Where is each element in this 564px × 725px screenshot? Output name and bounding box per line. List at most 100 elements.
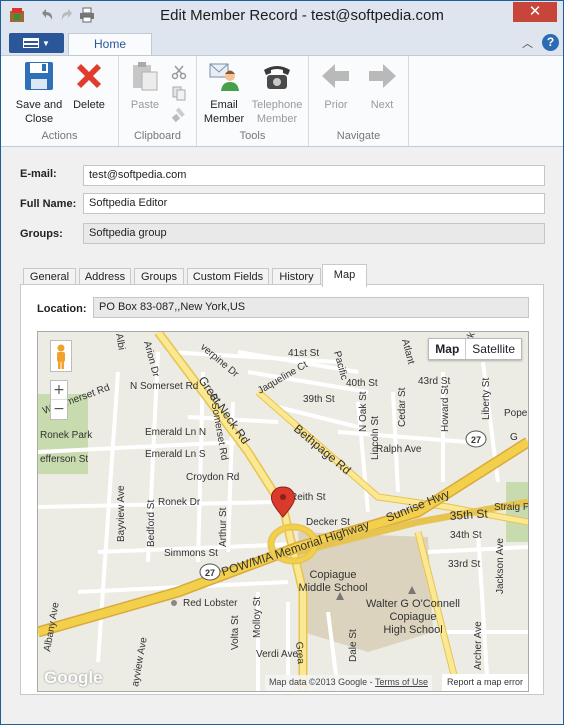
telephone-label-line2: Member [256, 113, 298, 125]
emerald-ln-s-label: Emerald Ln S [145, 449, 206, 460]
copiague-ms-line1: Copiague [309, 569, 356, 581]
collapse-ribbon-icon[interactable]: ︿ [522, 35, 533, 51]
map-tab-panel: Location: PO Box 83-087,,New York,US 27 … [20, 284, 544, 695]
copiague-hs-line1: Walter G O'Connell [366, 598, 460, 610]
ribbon-tab-row: ▼ Home ︿ ? [1, 31, 563, 56]
tools-group-label: Tools [239, 130, 266, 142]
print-icon[interactable] [79, 7, 95, 23]
ronek-park-label: Ronek Park [40, 430, 93, 441]
actions-group: Save and Close Delete Actions [1, 56, 119, 146]
lincoln-st-label: Lincoln St [370, 416, 381, 460]
dale-st-label: Dale St [348, 629, 359, 662]
route-27-east-label: 27 [471, 435, 481, 445]
zoom-in-button[interactable]: + [51, 381, 67, 400]
groups-field[interactable]: Softpedia group [83, 223, 545, 244]
great-short-label: Grea [293, 641, 306, 665]
tab-map[interactable]: Map [322, 264, 367, 287]
prior-button[interactable]: Prior [317, 60, 355, 112]
google-map[interactable]: 27 27 Great Neck Rd Bethpage Rd POW/MIA … [37, 331, 529, 692]
zoom-out-button[interactable]: − [51, 400, 67, 419]
report-map-error-link[interactable]: Report a map error [441, 674, 528, 691]
pacific-label: Pacific [331, 350, 349, 381]
copy-icon[interactable] [171, 85, 187, 101]
clipboard-group-label: Clipboard [133, 130, 182, 142]
41st-st-label: 41st St [288, 348, 319, 359]
34th-st-label: 34th St [450, 530, 482, 541]
decker-st-label: Decker St [306, 517, 350, 528]
save-and-close-button[interactable]: Save and Close [13, 60, 65, 126]
ribbon: Save and Close Delete Actions Paste Clip… [1, 55, 563, 147]
jackson-ave-label: Jackson Ave [495, 538, 506, 594]
albi-label: Albi [113, 333, 127, 351]
copiague-hs-line2: Copiague [389, 611, 436, 623]
bethpage-rd-label: Bethpage Rd [291, 422, 354, 478]
map-type-control: Map Satellite [428, 338, 522, 360]
cut-icon[interactable] [171, 64, 187, 80]
bedford-st-label: Bedford St [146, 500, 157, 547]
actions-group-label: Actions [41, 130, 78, 142]
member-form: E-mail: test@softpedia.com Full Name: So… [1, 148, 563, 724]
telephone-member-button[interactable]: Telephone Member [249, 60, 305, 126]
reith-st-label: Reith St [290, 492, 326, 503]
map-type-map-button[interactable]: Map [429, 339, 467, 359]
save-label-line1: Save and [15, 99, 63, 111]
bayview-short-label: ayview Ave [130, 636, 150, 687]
pope-label: Pope [504, 408, 528, 419]
location-field[interactable]: PO Box 83-087,,New York,US [93, 297, 529, 318]
map-canvas: 27 27 Great Neck Rd Bethpage Rd POW/MIA … [38, 332, 528, 691]
arthur-st-label: Arthur St [218, 507, 229, 547]
simmons-st-label: Simmons St [164, 548, 218, 559]
redo-icon[interactable] [59, 7, 75, 23]
paste-icon [133, 62, 158, 91]
archer-ave-label: Archer Ave [473, 621, 484, 670]
n-oak-st-label: N Oak St [358, 391, 369, 432]
location-pin-icon[interactable] [271, 486, 295, 518]
undo-icon[interactable] [39, 7, 55, 23]
delete-label: Delete [73, 99, 105, 111]
google-logo[interactable]: Google [44, 668, 103, 688]
map-type-satellite-button[interactable]: Satellite [466, 339, 521, 359]
email-member-button[interactable]: Email Member [201, 60, 247, 126]
close-button[interactable]: ✕ [513, 2, 557, 22]
email-field[interactable]: test@softpedia.com [83, 165, 545, 186]
attribution-text: Map data ©2013 Google - [268, 677, 375, 687]
navigate-group: Prior Next Navigate [309, 56, 409, 146]
terms-of-use-link[interactable]: Terms of Use [375, 677, 428, 687]
navigate-group-label: Navigate [336, 130, 381, 142]
39th-st-label: 39th St [303, 394, 335, 405]
tab-home[interactable]: Home [68, 33, 152, 56]
delete-x-icon [77, 64, 101, 88]
prior-label: Prior [324, 99, 348, 111]
zoom-control: + − [50, 380, 68, 420]
title-bar: Edit Member Record - test@softpedia.com … [1, 1, 563, 31]
delete-button[interactable]: Delete [67, 60, 111, 112]
fullname-field[interactable]: Softpedia Editor [83, 193, 545, 214]
email-label: E-mail: [20, 168, 57, 180]
help-icon[interactable]: ? [542, 34, 559, 51]
n-somerset-rd-label: N Somerset Rd [130, 381, 198, 392]
email-label-line2: Member [203, 113, 245, 125]
paste-button[interactable]: Paste [125, 60, 165, 112]
restaurant-marker-icon [171, 600, 177, 606]
file-menu-button[interactable]: ▼ [9, 33, 64, 53]
map-attribution: Map data ©2013 Google - Terms of Use [264, 675, 432, 691]
molloy-st-label: Molloy St [252, 597, 263, 638]
window-title: Edit Member Record - test@softpedia.com [160, 7, 444, 24]
copiague-ms-line2: Middle School [298, 582, 367, 594]
jaqueline-ct-label: Jaqueline Ct [256, 359, 310, 396]
verdi-ave-label: Verdi Ave [256, 649, 299, 660]
telephone-label-line1: Telephone [251, 99, 303, 111]
app-icon [10, 8, 24, 22]
copiague-hs-line3: High School [383, 624, 442, 636]
pegman-icon[interactable] [50, 340, 72, 372]
clipboard-group: Paste Clipboard [119, 56, 197, 146]
next-button[interactable]: Next [363, 60, 401, 112]
arrow-right-icon [369, 64, 396, 88]
format-painter-icon[interactable] [171, 106, 187, 122]
straight-path-label: Straig Path R [494, 502, 528, 513]
efferson-st-label: efferson St [40, 454, 88, 465]
tools-group: Email Member Telephone Member Tools [197, 56, 309, 146]
next-label: Next [370, 99, 394, 111]
atlantic-label: Atlant [399, 338, 416, 366]
route-27-shield-east: 27 [465, 430, 487, 448]
